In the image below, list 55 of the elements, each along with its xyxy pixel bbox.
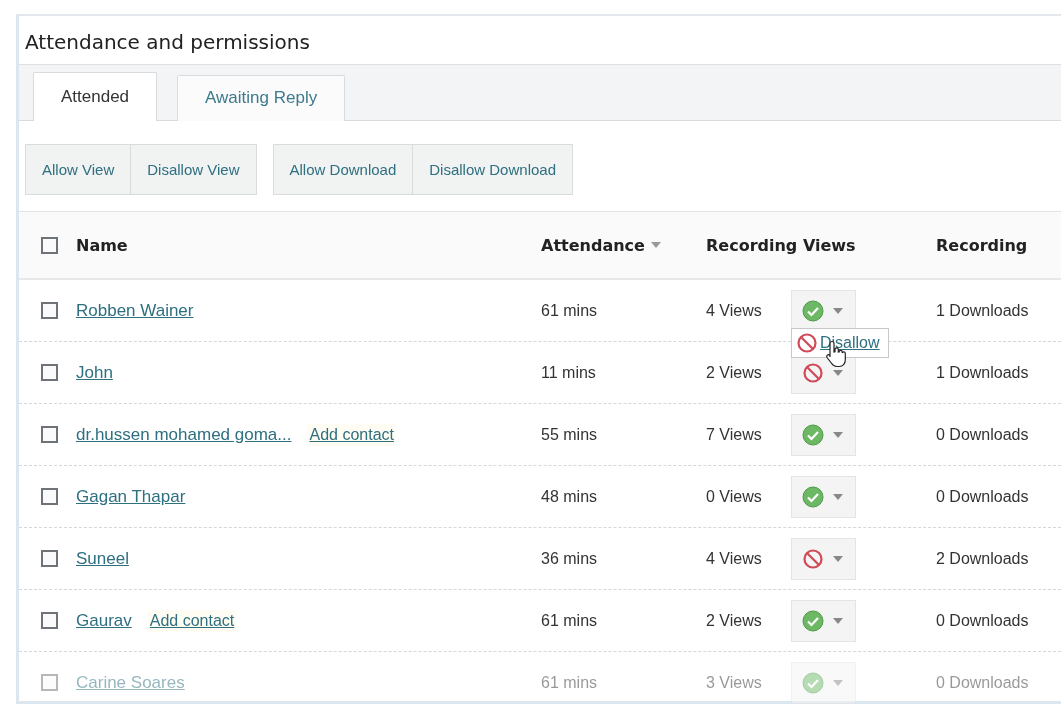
views-text: 4 Views xyxy=(706,549,762,568)
views-text: 0 Views xyxy=(706,487,762,506)
attendance-text: 55 mins xyxy=(541,425,598,444)
views-text: 3 Views xyxy=(706,673,762,692)
attendance-text: 48 mins xyxy=(541,487,598,506)
view-permission-dropdown[interactable] xyxy=(791,599,856,642)
column-header[interactable]: Recording xyxy=(936,235,1028,255)
checkbox[interactable] xyxy=(41,612,58,629)
checkbox[interactable] xyxy=(41,302,58,319)
name-link[interactable]: Gaurav xyxy=(76,610,132,631)
downloads-text: 0 Downloads xyxy=(936,487,1029,506)
view-permission-dropdown[interactable] xyxy=(791,413,856,456)
caret-icon xyxy=(833,307,843,314)
checkbox[interactable] xyxy=(41,674,58,691)
downloads-text: 2 Downloads xyxy=(936,549,1029,568)
view-permission-dropdown[interactable] xyxy=(791,537,856,580)
name-link[interactable]: dr.hussen mohamed goma... xyxy=(76,424,292,445)
caret-icon xyxy=(833,555,843,562)
column-header[interactable]: Recording Views xyxy=(706,235,856,255)
view-permission-dropdown[interactable] xyxy=(791,475,856,518)
add-contact-link[interactable]: Add contact xyxy=(147,609,237,632)
checkbox[interactable] xyxy=(41,488,58,505)
add-contact-link[interactable]: Add contact xyxy=(307,423,396,446)
downloads-text: 0 Downloads xyxy=(936,673,1029,692)
column-header[interactable]: Attendance xyxy=(541,235,645,255)
downloads-text: 1 Downloads xyxy=(936,301,1029,320)
caret-icon xyxy=(833,679,843,686)
tab[interactable]: Attended xyxy=(33,72,158,121)
checkbox[interactable] xyxy=(41,236,58,254)
views-text: 2 Views xyxy=(706,363,762,382)
views-text: 4 Views xyxy=(706,301,762,320)
name-link[interactable]: Suneel xyxy=(76,548,129,569)
attendance-text: 61 mins xyxy=(541,611,598,630)
views-text: 2 Views xyxy=(706,611,762,630)
downloads-text: 1 Downloads xyxy=(936,363,1029,382)
downloads-text: 0 Downloads xyxy=(936,425,1029,444)
name-link[interactable]: John xyxy=(76,362,113,383)
checkbox[interactable] xyxy=(41,550,58,567)
checkbox[interactable] xyxy=(41,426,58,443)
tab[interactable]: Awaiting Reply xyxy=(177,75,346,121)
attendance-text: 36 mins xyxy=(541,549,598,568)
caret-icon xyxy=(833,431,843,438)
caret-icon xyxy=(833,617,843,624)
downloads-text: 0 Downloads xyxy=(936,611,1029,630)
name-link[interactable]: Robben Wainer xyxy=(76,300,194,321)
checkbox[interactable] xyxy=(41,364,58,381)
caret-icon xyxy=(833,369,843,376)
attendance-text: 61 mins xyxy=(541,301,598,320)
attendance-text: 61 mins xyxy=(541,673,598,692)
sort-caret-icon xyxy=(650,242,661,248)
views-text: 7 Views xyxy=(706,425,762,444)
column-header[interactable]: Name xyxy=(76,235,128,255)
caret-icon xyxy=(833,493,843,500)
name-link[interactable]: Gagan Thapar xyxy=(76,486,186,507)
attendance-text: 11 mins xyxy=(541,363,596,382)
